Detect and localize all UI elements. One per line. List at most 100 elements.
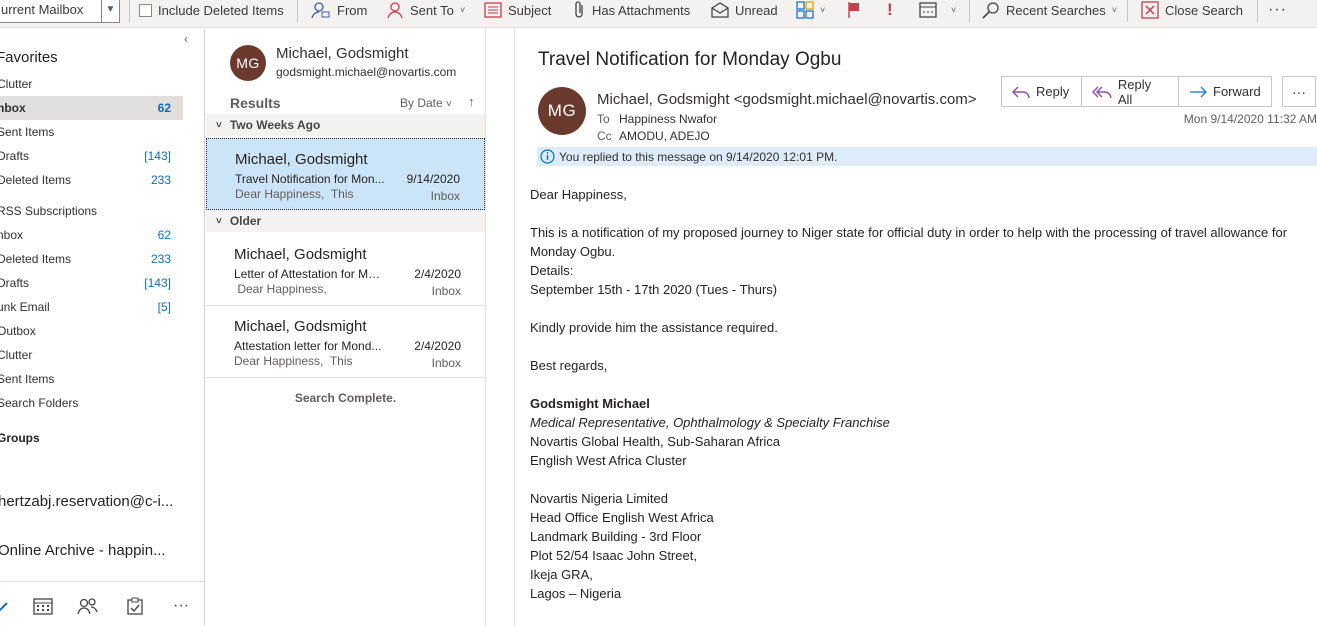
account-online-archive[interactable]: Online Archive - happin... [0,542,166,559]
more-apps-icon[interactable]: ··· [170,596,192,616]
sender-address[interactable]: Michael, Godsmight <godsmight.michael@no… [597,91,977,108]
mail-icon[interactable] [0,596,14,616]
folder-sent-fav[interactable]: Sent Items [0,120,183,144]
folder-outbox[interactable]: Outbox [0,319,183,343]
group-header-older[interactable]: ˅ Older [206,210,485,232]
folder-label: Search Folders [0,396,79,410]
folder-drafts-fav[interactable]: Drafts [143] [0,144,183,168]
filter-list-icon [919,2,937,18]
folder-deleted-fav[interactable]: Deleted Items 233 [0,168,183,192]
subject-icon [484,2,502,18]
tasks-icon[interactable] [124,596,146,616]
folder-deleted[interactable]: Deleted Items 233 [0,247,183,271]
folder-inbox[interactable]: nbox 62 [0,223,183,247]
collapse-pane-icon[interactable]: ‹ [184,32,188,46]
more-filters-button[interactable]: ˅ [919,0,956,20]
folder-drafts[interactable]: Drafts [143] [0,271,183,295]
flagged-filter-button[interactable] [846,0,862,20]
signature-org: English West Africa Cluster [530,453,687,468]
chevron-down-icon: ˅ [951,5,957,15]
message-preview: Dear Happiness, [234,282,327,296]
replied-info-bar[interactable]: You replied to this message on 9/14/2020… [537,147,1317,166]
message-item[interactable]: Michael, Godsmight Attestation letter fo… [206,306,485,378]
favorites-header[interactable]: Favorites [0,49,58,66]
categorized-filter-button[interactable]: ˅ [796,0,825,20]
search-icon [982,2,999,19]
replied-info-text: You replied to this message on 9/14/2020… [559,149,838,164]
chevron-down-icon: ˅ [820,5,826,15]
folder-label: Sent Items [0,372,55,386]
ribbon-more-icon[interactable]: ··· [1268,0,1287,20]
folder-clutter-fav[interactable]: Clutter [0,72,183,96]
avatar[interactable]: MG [230,45,266,81]
include-deleted-label: Include Deleted Items [158,2,284,18]
cc-recipient[interactable]: AMODU, ADEJO [619,129,710,143]
signature-title: Medical Representative, Ophthalmology & … [530,415,890,430]
folder-inbox-fav[interactable]: nbox 62 [0,96,183,120]
chevron-down-icon: ˅ [446,99,452,110]
exclamation-icon: ! [887,0,893,19]
forward-icon [1190,86,1207,97]
address-line: Head Office English West Africa [530,510,714,525]
folder-label: Outbox [0,324,36,338]
groups-header[interactable]: Groups [0,431,40,445]
folder-count: 233 [150,252,171,266]
has-attachments-filter-button[interactable]: Has Attachments [574,0,690,20]
reply-all-label: Reply All [1117,76,1152,107]
folder-label: nbox [0,101,26,115]
person-email[interactable]: godsmight.michael@novartis.com [276,65,456,79]
folder-label: Deleted Items [0,252,72,266]
folder-sent[interactable]: Sent Items [0,367,183,391]
from-filter-button[interactable]: From [311,0,367,20]
group-header-two-weeks-ago[interactable]: ˅ Two Weeks Ago [206,114,485,136]
reading-pane: Travel Notification for Monday Ogbu Repl… [515,29,1317,626]
folder-clutter[interactable]: Clutter [0,343,183,367]
chevron-down-icon[interactable]: ▼ [101,0,119,22]
chevron-down-icon: ˅ [216,119,222,131]
message-item[interactable]: Michael, Godsmight Letter of Attestation… [206,234,485,306]
sort-by-dropdown[interactable]: By Date ˅ [400,96,452,110]
message-folder: Inbox [431,356,461,370]
close-search-button[interactable]: Close Search [1141,0,1243,20]
categories-icon [796,1,814,19]
calendar-icon[interactable] [32,596,54,616]
cc-label: Cc [597,129,612,143]
sort-direction-icon[interactable]: ↑ [468,94,475,109]
message-subject: Travel Notification for Mon... [235,172,385,186]
important-filter-button[interactable]: ! [887,0,893,20]
account-hertz[interactable]: hertzabj.reservation@c-i... [0,493,173,510]
folder-count: [143] [144,149,171,163]
close-search-label: Close Search [1165,2,1244,18]
people-icon[interactable] [77,596,99,616]
search-complete-status: Search Complete. [294,391,397,405]
reply-button[interactable]: Reply [1001,76,1082,107]
group-label: Older [229,214,262,228]
subject-filter-button[interactable]: Subject [484,0,551,20]
person-name[interactable]: Michael, Godsmight [276,45,409,62]
forward-button[interactable]: Forward [1178,76,1272,107]
address-line: Novartis Nigeria Limited [530,491,668,506]
sender-avatar[interactable]: MG [538,87,586,135]
has-attachments-label: Has Attachments [592,2,691,18]
include-deleted-checkbox[interactable]: Include Deleted Items [139,0,284,20]
to-recipient[interactable]: Happiness Nwafor [619,112,717,126]
recent-searches-button[interactable]: Recent Searches ˅ [982,0,1117,20]
message-list-pane: MG Michael, Godsmight godsmight.michael@… [206,29,486,626]
search-scope-dropdown[interactable]: urrent Mailbox ▼ [0,0,120,23]
address-line: Lagos – Nigeria [530,586,622,601]
folder-search-folders[interactable]: Search Folders [0,391,183,415]
group-label: Two Weeks Ago [229,118,321,132]
message-date: 2/4/2020 [414,267,461,281]
sent-to-filter-button[interactable]: Sent To ˅ [386,0,465,20]
reply-all-button[interactable]: Reply All [1081,76,1179,107]
folder-rss[interactable]: RSS Subscriptions [0,199,183,223]
unread-filter-button[interactable]: Unread [711,0,778,20]
message-timestamp: Mon 9/14/2020 11:32 AM [1183,112,1317,126]
person-search-icon [311,2,330,19]
envelope-icon [711,2,729,18]
folder-junk[interactable]: unk Email [5] [0,295,183,319]
more-actions-icon[interactable]: ··· [1282,76,1316,107]
message-item-selected[interactable]: Michael, Godsmight Travel Notification f… [206,138,485,210]
info-icon [540,149,555,164]
checkbox-icon[interactable] [139,3,152,17]
